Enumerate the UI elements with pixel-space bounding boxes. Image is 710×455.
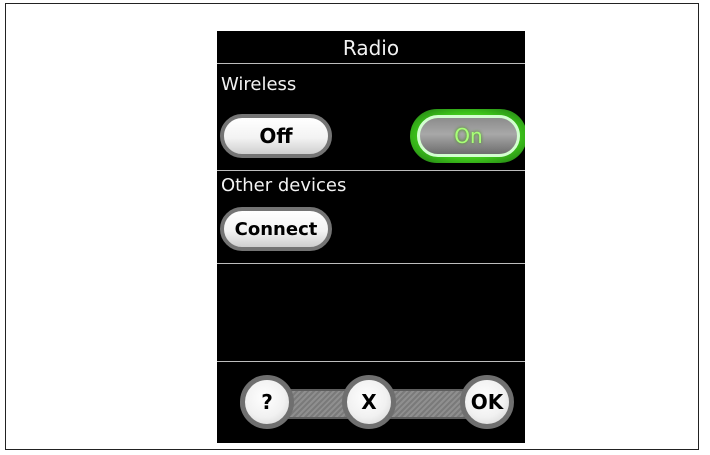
section-divider [217,263,525,264]
wireless-off-label: Off [259,124,293,148]
help-button[interactable]: ? [240,375,294,429]
other-devices-label: Other devices [221,175,347,196]
radio-settings-panel: Radio Wireless Off On Other devices Conn… [217,31,525,443]
footer-divider [217,361,525,362]
close-button[interactable]: X [342,375,396,429]
connect-button[interactable]: Connect [220,207,332,251]
wireless-off-button[interactable]: Off [220,114,332,158]
wireless-on-label: On [454,124,483,148]
section-divider [217,170,525,171]
ok-label: OK [470,390,504,414]
screenshot-frame: Radio Wireless Off On Other devices Conn… [5,3,699,450]
wireless-label: Wireless [221,74,297,95]
footer-button-bar: ? X OK [228,375,514,431]
close-label: X [361,390,377,414]
ok-button[interactable]: OK [460,375,514,429]
wireless-on-button[interactable]: On [417,115,520,157]
help-label: ? [261,390,273,414]
page-title: Radio [217,31,525,64]
connect-label: Connect [234,218,318,240]
